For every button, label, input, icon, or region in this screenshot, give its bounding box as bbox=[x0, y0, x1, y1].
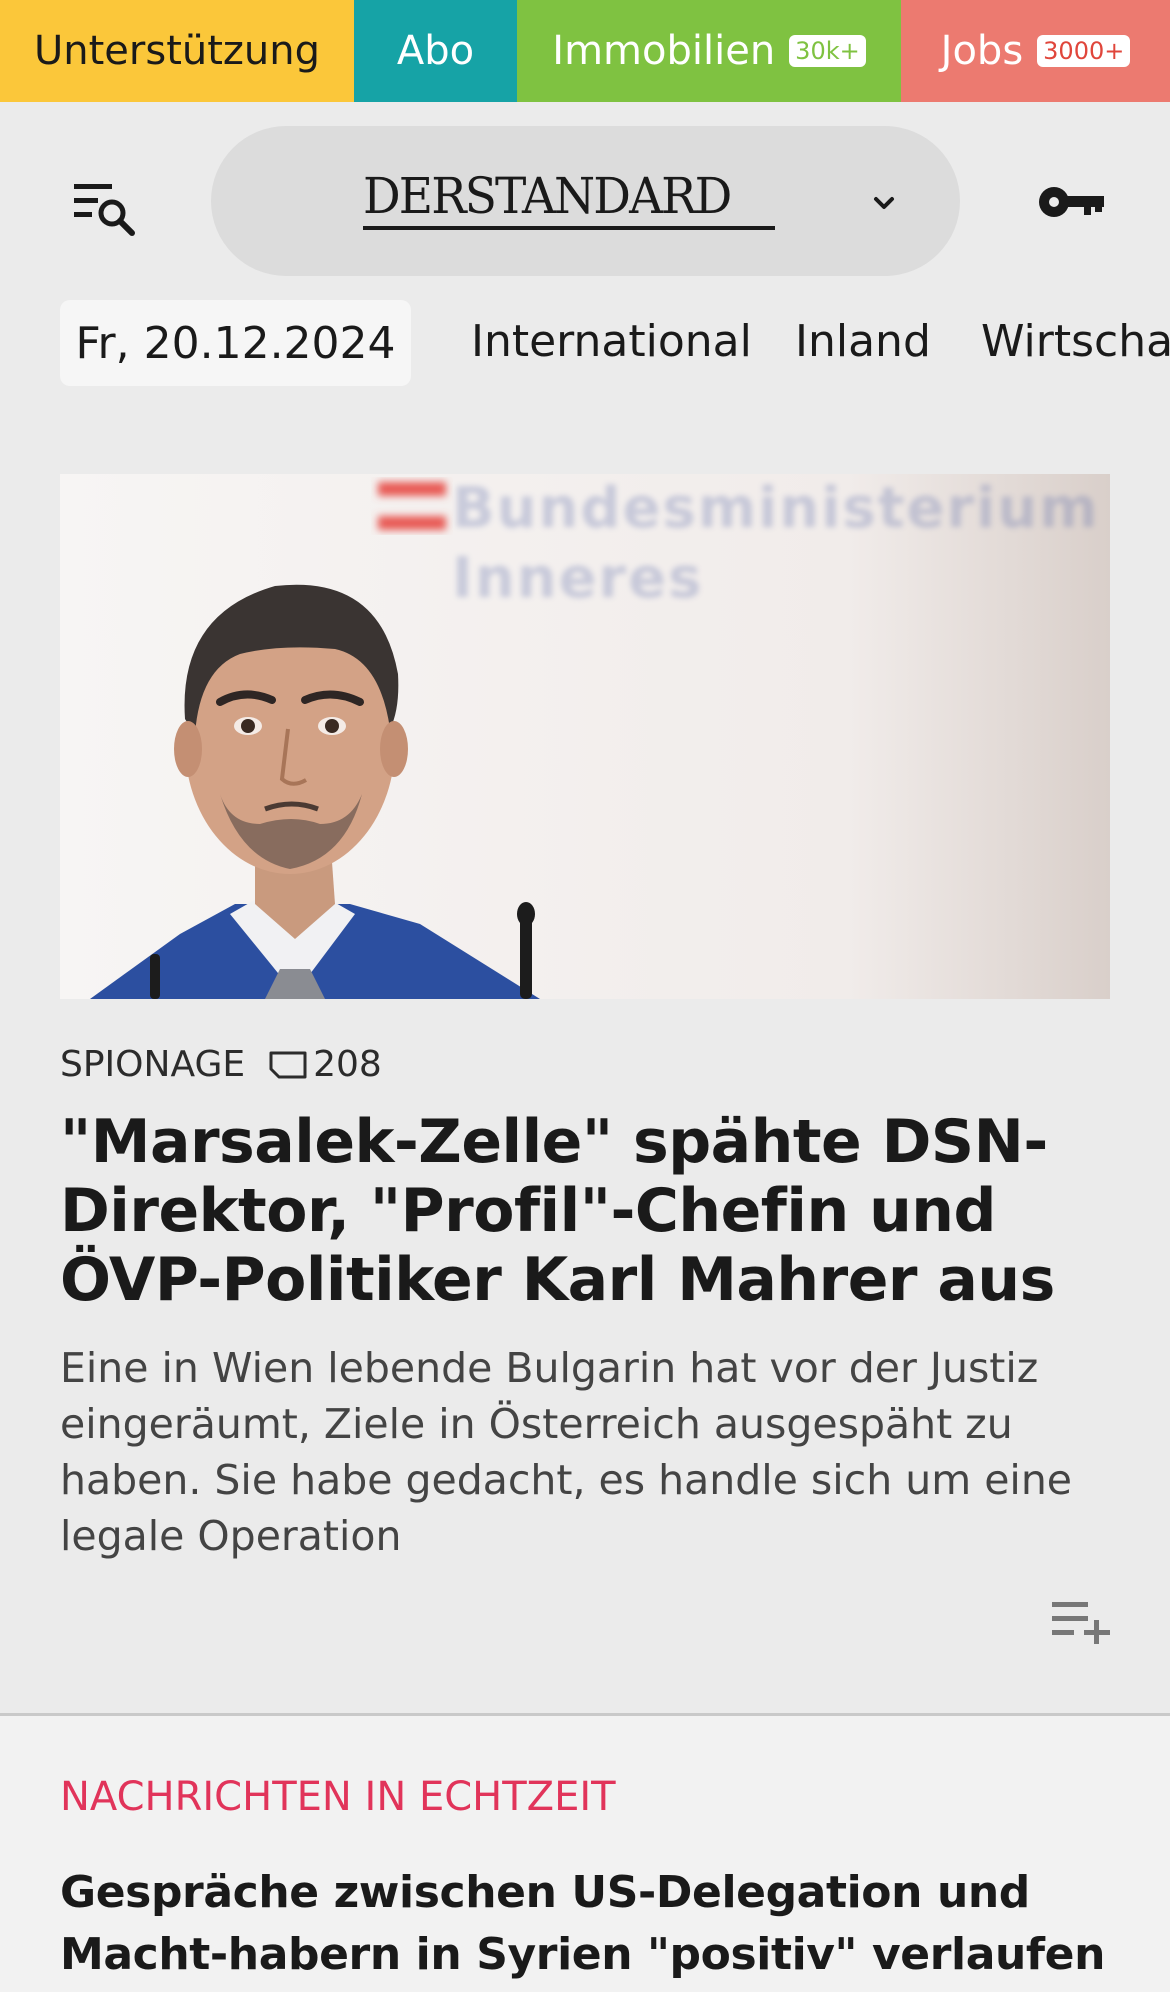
article-meta: SPIONAGE 208 bbox=[60, 1044, 382, 1085]
date-chip[interactable]: Fr, 20.12.2024 bbox=[60, 300, 411, 386]
article-headline[interactable]: "Marsalek-Zelle" spähte DSN-Direktor, "P… bbox=[60, 1108, 1120, 1315]
hero-sign-line-2: Inneres bbox=[452, 546, 704, 611]
nav-item-wirtschaft[interactable]: Wirtschaft bbox=[981, 312, 1170, 372]
top-bar: Unterstützung Abo Immobilien 30k+ Jobs 3… bbox=[0, 0, 1170, 102]
immobilien-badge: 30k+ bbox=[789, 35, 866, 67]
abo-link[interactable]: Abo bbox=[354, 0, 517, 102]
jobs-link[interactable]: Jobs 3000+ bbox=[901, 0, 1170, 102]
article-hero-image[interactable]: Bundesministerium Inneres bbox=[60, 474, 1110, 999]
playlist-add-icon bbox=[1052, 1602, 1110, 1644]
menu-search-icon bbox=[74, 184, 135, 236]
nav-item-inland[interactable]: Inland bbox=[795, 312, 931, 372]
login-button[interactable] bbox=[1036, 180, 1106, 224]
immobilien-label: Immobilien bbox=[552, 28, 776, 74]
jobs-label: Jobs bbox=[940, 28, 1024, 74]
article-kicker: SPIONAGE bbox=[60, 1044, 246, 1085]
date-text: Fr, 20.12.2024 bbox=[75, 317, 396, 369]
logo-edition-selector[interactable]: DERSTANDARD bbox=[211, 126, 960, 276]
menu-search-button[interactable] bbox=[72, 180, 138, 236]
key-icon bbox=[1039, 187, 1104, 217]
hero-sign-line-1: Bundesministerium bbox=[452, 476, 1100, 541]
logo: DERSTANDARD bbox=[363, 164, 783, 234]
live-news-headline[interactable]: Gespräche zwischen US-Delegation und Mac… bbox=[60, 1862, 1120, 1986]
logo-text: DERSTANDARD bbox=[363, 167, 732, 225]
immobilien-link[interactable]: Immobilien 30k+ bbox=[517, 0, 901, 102]
jobs-badge: 3000+ bbox=[1037, 35, 1131, 67]
chevron-down-icon bbox=[874, 197, 894, 209]
hero-sign-text: Bundesministerium Inneres bbox=[452, 474, 1100, 614]
support-link[interactable]: Unterstützung bbox=[0, 0, 354, 102]
live-news-section: NACHRICHTEN IN ECHTZEIT Gespräche zwisch… bbox=[0, 1716, 1170, 1992]
nav-item-international[interactable]: International bbox=[471, 312, 752, 372]
support-label: Unterstützung bbox=[33, 28, 320, 74]
abo-label: Abo bbox=[396, 28, 475, 74]
comment-count: 208 bbox=[313, 1044, 382, 1085]
add-to-reading-list-button[interactable] bbox=[1050, 1600, 1112, 1644]
article-lead: Eine in Wien lebende Bulgarin hat vor de… bbox=[60, 1344, 1073, 1560]
comment-count-link[interactable]: 208 bbox=[269, 1044, 382, 1085]
live-news-label[interactable]: NACHRICHTEN IN ECHTZEIT bbox=[60, 1774, 616, 1820]
comment-icon bbox=[269, 1051, 307, 1078]
